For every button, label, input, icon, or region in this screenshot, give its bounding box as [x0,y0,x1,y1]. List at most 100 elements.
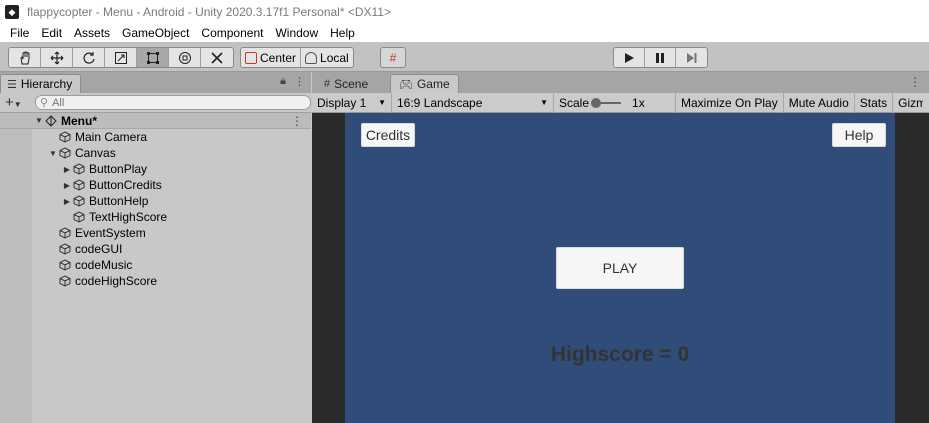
hierarchy-item-label: TextHighScore [89,210,168,224]
gizmos-toggle[interactable]: Gizmos [893,93,923,113]
gameobject-cube-icon [73,195,85,207]
pause-icon [656,52,664,63]
collapse-arrow-icon[interactable]: ▶ [61,181,73,190]
hierarchy-item[interactable]: ▶ ButtonHelp [61,193,148,209]
hierarchy-tab-bar: ☰ Hierarchy 🔒︎ ⋮ [0,72,311,93]
display-dropdown[interactable]: Display 1 ▼ [312,92,392,113]
scale-icon [114,51,127,64]
game-panel-menu-icon[interactable]: ⋮ [909,75,921,89]
list-icon: ☰ [7,78,17,91]
pivot-rotation-button[interactable]: Local [301,48,353,67]
main-toolbar: Center Local # [0,42,929,72]
step-icon [686,52,696,63]
add-object-button[interactable]: +▼ [5,94,31,111]
hierarchy-panel: ☰ Hierarchy 🔒︎ ⋮ +▼ ⚲ ▼ Menu* ⋮ Main Cam… [0,72,311,423]
maximize-label: Maximize On Play [681,95,778,110]
wrench-screwdriver-icon [211,51,223,64]
play-game-button[interactable]: PLAY [556,247,684,289]
tab-hierarchy[interactable]: ☰ Hierarchy [0,74,82,93]
scene-name: Menu* [61,113,97,128]
game-view-toolbar: Display 1 ▼ 16:9 Landscape ▼ Scale 1x Ma… [312,92,929,113]
menu-gameobject[interactable]: GameObject [116,26,195,40]
scale-slider[interactable] [591,97,622,108]
transform-tool-button[interactable] [169,48,201,67]
maximize-on-play-toggle[interactable]: Maximize On Play [676,92,784,113]
grid-snap-button[interactable]: # [380,47,406,68]
menu-component[interactable]: Component [195,26,269,40]
hierarchy-item[interactable]: Main Camera [47,129,147,145]
gameobject-cube-icon [59,259,71,271]
pivot-rotation-label: Local [320,50,349,65]
mute-audio-toggle[interactable]: Mute Audio [784,92,855,113]
play-button[interactable] [614,48,645,67]
custom-tool-button[interactable] [201,48,233,67]
hierarchy-item[interactable]: codeGUI [47,241,122,257]
hierarchy-item[interactable]: codeMusic [47,257,132,273]
lock-icon[interactable]: 🔒︎ [280,75,286,88]
grid-snap-icon: # [389,50,397,65]
pause-button[interactable] [645,48,676,67]
hierarchy-tab-controls: 🔒︎ ⋮ [280,75,305,88]
window-title: flappycopter - Menu - Android - Unity 20… [27,5,391,19]
transform-tools [8,47,234,68]
hierarchy-item[interactable]: codeHighScore [47,273,157,289]
hand-tool-button[interactable] [9,48,41,67]
rect-transform-icon [146,51,159,64]
help-button[interactable]: Help [832,123,886,147]
tab-game[interactable]: 🎮︎ Game [390,74,459,93]
collapse-arrow-icon[interactable]: ▶ [61,165,73,174]
menu-window[interactable]: Window [269,26,324,40]
pivot-mode-button[interactable]: Center [241,48,302,67]
hierarchy-item-label: codeMusic [75,258,133,272]
rect-tool-button[interactable] [137,48,169,67]
hierarchy-item[interactable]: ▶ ButtonCredits [61,177,162,193]
hierarchy-item[interactable]: ▶ ButtonPlay [61,161,147,177]
hierarchy-item[interactable]: TextHighScore [61,209,167,225]
move-tool-button[interactable] [41,48,73,67]
kebab-menu-icon[interactable]: ⋮ [294,75,305,88]
hierarchy-item[interactable]: ▼ Canvas [47,145,116,161]
scene-row[interactable]: ▼ Menu* ⋮ [0,113,311,129]
title-bar: ◆ flappycopter - Menu - Android - Unity … [0,0,929,24]
game-view: Credits Help PLAY Highscore = 0 [312,113,929,423]
hierarchy-search-input[interactable] [52,96,293,109]
aspect-dropdown[interactable]: 16:9 Landscape ▼ [392,92,554,113]
menu-edit[interactable]: Edit [35,26,68,40]
scale-tool-button[interactable] [105,48,137,67]
menu-file[interactable]: File [4,26,35,40]
rotate-icon [82,51,95,64]
rotate-tool-button[interactable] [73,48,105,67]
hierarchy-item-label: Canvas [75,146,116,160]
pivot-center-icon [245,51,257,64]
pivot-mode-label: Center [260,50,297,65]
game-panel: # Scene 🎮︎ Game ⋮ Display 1 ▼ 16:9 Lands… [312,72,929,423]
step-button[interactable] [676,48,707,67]
play-label: PLAY [602,260,638,276]
credits-button[interactable]: Credits [361,123,415,147]
chevron-down-icon: ▼ [13,100,22,109]
hierarchy-item-label: ButtonHelp [89,194,149,208]
hierarchy-item-label: EventSystem [75,226,146,240]
hierarchy-item-label: codeGUI [75,242,123,256]
menu-assets[interactable]: Assets [68,26,116,40]
play-icon [625,52,634,63]
tab-scene[interactable]: # Scene [316,74,376,93]
expand-arrow-icon[interactable]: ▼ [33,116,45,125]
grid-icon: # [324,77,331,90]
aspect-label: 16:9 Landscape [397,95,483,110]
expand-arrow-icon[interactable]: ▼ [47,149,59,158]
game-canvas: Credits Help PLAY Highscore = 0 [345,113,895,423]
gameobject-cube-icon [59,227,71,239]
unity-scene-icon [45,114,57,127]
game-tab-bar: # Scene 🎮︎ Game ⋮ [312,72,929,93]
hierarchy-item[interactable]: EventSystem [47,225,146,241]
stats-toggle[interactable]: Stats [855,92,894,113]
menu-help[interactable]: Help [324,26,361,40]
hierarchy-item-label: Main Camera [75,130,148,144]
scale-control[interactable]: Scale 1x [554,92,676,113]
collapse-arrow-icon[interactable]: ▶ [61,197,73,206]
tree-gutter [0,113,32,423]
pivot-local-icon [305,51,318,64]
gizmos-label: Gizmos [898,95,924,110]
scene-menu-icon[interactable]: ⋮ [291,114,303,128]
